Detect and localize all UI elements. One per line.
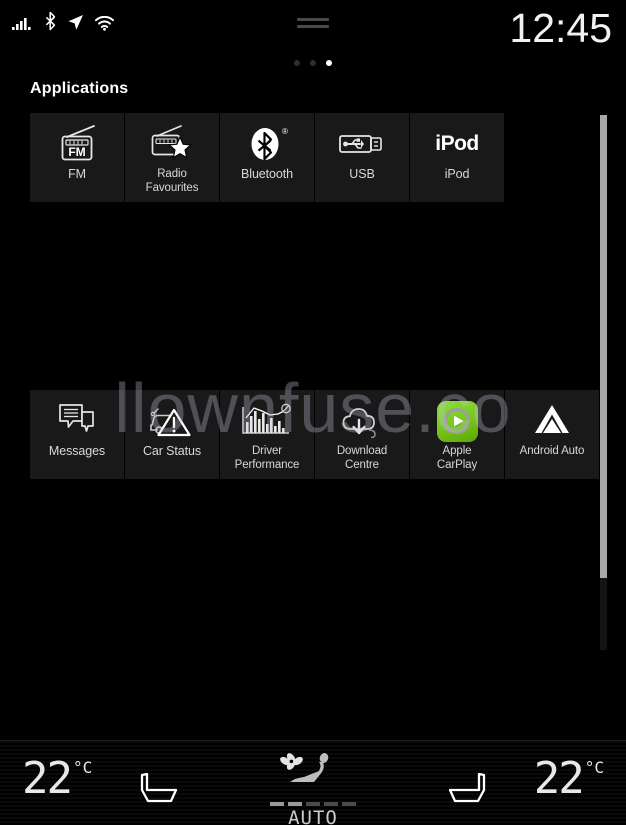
app-tile-car-status[interactable]: Car Status bbox=[125, 390, 219, 479]
clock: 12:45 bbox=[509, 5, 612, 51]
svg-text:®: ® bbox=[282, 127, 288, 136]
auto-climate-label: AUTO bbox=[288, 807, 338, 825]
app-row-primary: FM FM Radio Favourites ® Bluetooth USB i… bbox=[30, 113, 504, 202]
scrollbar-thumb[interactable] bbox=[600, 115, 607, 578]
app-tile-label: FM bbox=[68, 167, 86, 181]
app-tile-radio-favourites[interactable]: Radio Favourites bbox=[125, 113, 219, 202]
fan-dash-3 bbox=[306, 802, 320, 806]
carplay-badge bbox=[436, 400, 478, 442]
app-tile-download-centre[interactable]: Download Centre bbox=[315, 390, 409, 479]
page-indicator[interactable] bbox=[0, 60, 626, 66]
app-tile-messages[interactable]: Messages bbox=[30, 390, 124, 479]
radio-favourites-icon bbox=[145, 123, 199, 165]
ipod-icon: iPod bbox=[430, 123, 484, 165]
app-tile-fm[interactable]: FM FM bbox=[30, 113, 124, 202]
app-tile-label: Driver Performance bbox=[234, 445, 300, 471]
fan-dash-4 bbox=[324, 802, 338, 806]
vertical-scrollbar[interactable] bbox=[600, 115, 607, 650]
app-tile-usb[interactable]: USB bbox=[315, 113, 409, 202]
status-bar: 12:45 bbox=[0, 0, 626, 66]
apple-carplay-icon bbox=[430, 400, 484, 442]
passenger-temperature[interactable]: 22 °C bbox=[534, 757, 604, 801]
app-tile-apple-carplay[interactable]: Apple CarPlay bbox=[410, 390, 504, 479]
auto-climate-seat-fan-icon bbox=[278, 751, 348, 801]
infotainment-screen: 12:45 Applications FM FM Radio Favourite… bbox=[0, 0, 626, 825]
page-dot-3[interactable] bbox=[326, 60, 332, 66]
ipod-wordmark: iPod bbox=[435, 132, 479, 155]
app-row-secondary: Messages Car Status Driver Performance D… bbox=[30, 390, 599, 479]
app-tile-label: Car Status bbox=[142, 444, 202, 458]
usb-icon bbox=[335, 123, 389, 165]
fan-dash-5 bbox=[342, 802, 356, 806]
app-tile-label: Radio Favourites bbox=[145, 168, 199, 194]
messages-icon bbox=[50, 400, 104, 442]
fan-dash-2 bbox=[288, 802, 302, 806]
fm-radio-icon: FM bbox=[50, 123, 104, 165]
app-tile-label: Apple CarPlay bbox=[436, 445, 478, 471]
page-dot-2[interactable] bbox=[310, 60, 316, 66]
app-tile-driver-performance[interactable]: Driver Performance bbox=[220, 390, 314, 479]
fan-dash-1 bbox=[270, 802, 284, 806]
page-title: Applications bbox=[30, 80, 129, 97]
app-tile-label: Android Auto bbox=[519, 445, 585, 457]
bluetooth-app-icon: ® bbox=[240, 123, 294, 165]
app-tile-ipod[interactable]: iPod iPod bbox=[410, 113, 504, 202]
page-dot-1[interactable] bbox=[294, 60, 300, 66]
app-tile-label: Messages bbox=[48, 444, 106, 458]
app-tile-label: Download Centre bbox=[336, 445, 388, 471]
app-tile-label: iPod bbox=[444, 167, 470, 181]
passenger-temp-unit: °C bbox=[584, 758, 604, 777]
passenger-temp-value: 22 bbox=[533, 753, 585, 804]
climate-control-bar: 22 °C AUTO 22 °C bbox=[0, 740, 626, 825]
auto-climate-button[interactable]: AUTO bbox=[0, 751, 626, 825]
app-tile-label: Bluetooth bbox=[241, 167, 293, 181]
passenger-seat-icon[interactable] bbox=[438, 768, 492, 808]
app-tile-bluetooth[interactable]: ® Bluetooth bbox=[220, 113, 314, 202]
android-auto-icon bbox=[525, 400, 579, 442]
auto-fan-level[interactable] bbox=[270, 802, 356, 806]
handle-bar-line bbox=[297, 18, 329, 21]
car-status-icon bbox=[145, 400, 199, 442]
app-tile-label: USB bbox=[349, 167, 375, 181]
app-tile-android-auto[interactable]: Android Auto bbox=[505, 390, 599, 479]
driver-performance-icon bbox=[240, 400, 294, 442]
handle-bar-line bbox=[297, 25, 329, 28]
download-centre-icon bbox=[335, 400, 389, 442]
svg-text:FM: FM bbox=[68, 145, 85, 159]
